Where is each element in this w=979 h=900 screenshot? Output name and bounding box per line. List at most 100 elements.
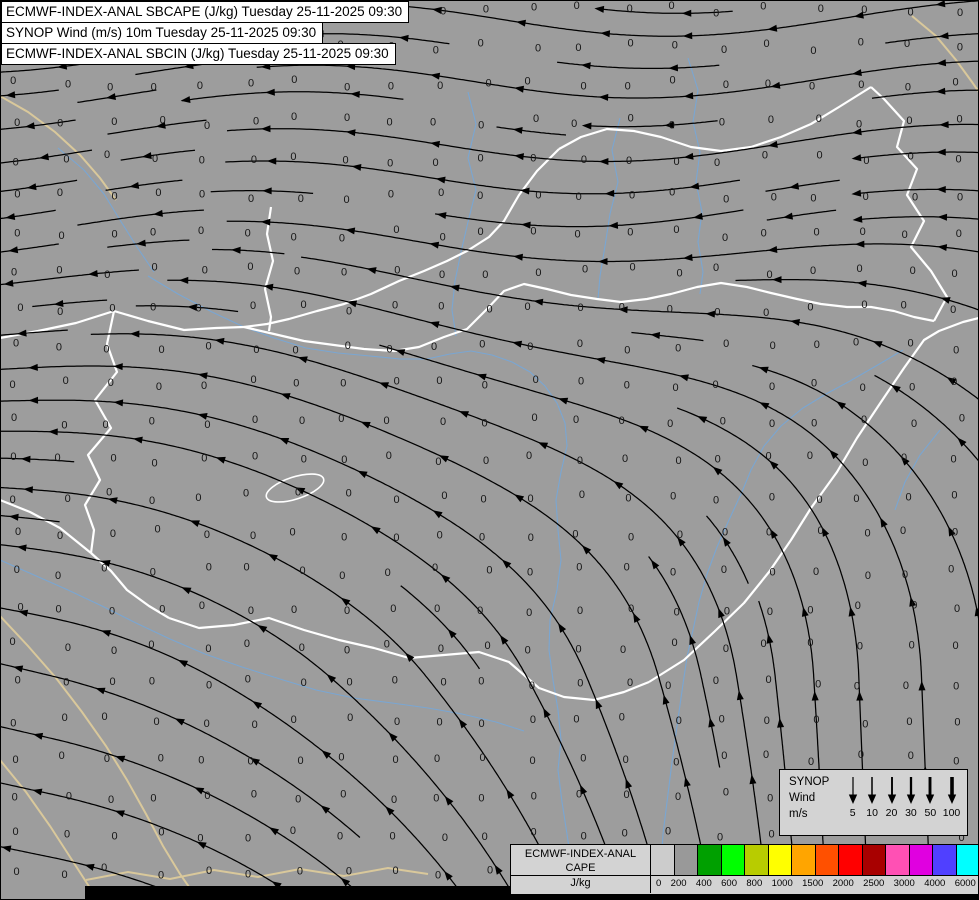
grid-value: 0 xyxy=(865,570,871,582)
grid-value: 0 xyxy=(346,865,352,877)
grid-value: 0 xyxy=(251,789,257,801)
grid-value: 0 xyxy=(101,563,107,575)
grid-value: 0 xyxy=(477,190,483,202)
grid-value: 0 xyxy=(393,224,399,236)
grid-value: 0 xyxy=(339,570,345,582)
grid-value: 0 xyxy=(384,639,390,651)
wind-speed-item: 50 xyxy=(923,775,937,819)
cape-tick-label: 1000 xyxy=(771,878,793,889)
title-bar: ECMWF-INDEX-ANAL SBCAPE (J/kg) Tuesday 2… xyxy=(1,1,410,65)
grid-value: 0 xyxy=(290,825,296,837)
grid-value: 0 xyxy=(769,491,775,503)
grid-value: 0 xyxy=(341,267,347,279)
wind-legend: SYNOP Wind m/s 5 10 20 30 50 100 xyxy=(779,769,968,836)
grid-value: 0 xyxy=(17,601,23,613)
grid-value: 0 xyxy=(722,526,728,538)
grid-value: 0 xyxy=(150,566,156,578)
grid-value: 0 xyxy=(807,450,813,462)
grid-value: 0 xyxy=(383,415,389,427)
grid-value: 0 xyxy=(111,645,117,657)
grid-value: 0 xyxy=(247,755,253,767)
grid-value: 0 xyxy=(665,825,671,837)
grid-value: 0 xyxy=(811,418,817,430)
grid-value: 0 xyxy=(811,377,817,389)
grid-value: 0 xyxy=(243,488,249,500)
grid-value: 0 xyxy=(573,713,579,725)
grid-value: 0 xyxy=(11,267,17,279)
cape-tick-label: 4000 xyxy=(924,878,946,889)
grid-value: 0 xyxy=(248,605,254,617)
grid-value: 0 xyxy=(624,344,630,356)
grid-value: 0 xyxy=(387,157,393,169)
grid-value: 0 xyxy=(291,74,297,86)
grid-value: 0 xyxy=(301,677,307,689)
grid-value: 0 xyxy=(392,674,398,686)
cape-tick-label: 0 xyxy=(656,878,662,889)
grid-value: 0 xyxy=(768,114,774,126)
grid-value: 0 xyxy=(900,525,906,537)
grid-value: 0 xyxy=(436,717,442,729)
grid-value: 0 xyxy=(628,603,634,615)
grid-value: 0 xyxy=(674,607,680,619)
grid-value: 0 xyxy=(861,4,867,16)
grid-value: 0 xyxy=(438,187,444,199)
grid-value: 0 xyxy=(814,227,820,239)
cape-legend-units: J/kg xyxy=(511,876,651,893)
grid-value: 0 xyxy=(388,189,394,201)
grid-value: 0 xyxy=(433,45,439,57)
grid-value: 0 xyxy=(57,117,63,129)
grid-value: 0 xyxy=(905,82,911,94)
grid-value: 0 xyxy=(528,493,534,505)
grid-value: 0 xyxy=(903,680,909,692)
grid-value: 0 xyxy=(721,564,727,576)
cape-color-cell xyxy=(838,845,862,875)
grid-value: 0 xyxy=(577,338,583,350)
cape-color-cell xyxy=(767,845,791,875)
grid-value: 0 xyxy=(901,452,907,464)
cape-tick-label: 600 xyxy=(721,878,737,889)
cape-color-cell xyxy=(720,845,744,875)
grid-value: 0 xyxy=(392,754,398,766)
wind-speed-label: 50 xyxy=(924,807,937,819)
grid-value: 0 xyxy=(577,455,583,467)
grid-value: 0 xyxy=(723,643,729,655)
grid-value: 0 xyxy=(816,150,822,162)
cape-tick-label: 6000 xyxy=(954,878,976,889)
grid-value: 0 xyxy=(533,374,539,386)
grid-value: 0 xyxy=(769,418,775,430)
grid-value: 0 xyxy=(908,750,914,762)
grid-value: 0 xyxy=(158,344,164,356)
grid-value: 0 xyxy=(530,226,536,238)
grid-value: 0 xyxy=(15,675,21,687)
grid-value: 0 xyxy=(347,712,353,724)
grid-value: 0 xyxy=(717,832,723,844)
grid-value: 0 xyxy=(12,754,18,766)
grid-value: 0 xyxy=(575,644,581,656)
grid-value: 0 xyxy=(955,153,961,165)
grid-value: 0 xyxy=(531,791,537,803)
cape-tick-label: 1500 xyxy=(802,878,824,889)
grid-value: 0 xyxy=(478,718,484,730)
grid-value: 0 xyxy=(344,194,350,206)
grid-value: 0 xyxy=(675,342,681,354)
grid-value: 0 xyxy=(104,269,110,281)
grid-value: 0 xyxy=(149,495,155,507)
grid-value: 0 xyxy=(13,866,19,878)
grid-value: 0 xyxy=(723,79,729,91)
grid-value: 0 xyxy=(290,151,296,163)
grid-value: 0 xyxy=(577,605,583,617)
grid-value: 0 xyxy=(853,493,859,505)
grid-value: 0 xyxy=(525,645,531,657)
grid-value: 0 xyxy=(108,794,114,806)
grid-value: 0 xyxy=(951,376,957,388)
cape-color-cell xyxy=(814,845,838,875)
grid-value: 0 xyxy=(390,831,396,843)
grid-value: 0 xyxy=(338,413,344,425)
wind-arrow-icon xyxy=(926,777,935,804)
grid-value: 0 xyxy=(577,678,583,690)
grid-value: 0 xyxy=(573,414,579,426)
grid-value: 0 xyxy=(482,269,488,281)
grid-value: 0 xyxy=(526,450,532,462)
grid-value: 0 xyxy=(477,605,483,617)
grid-value: 0 xyxy=(63,676,69,688)
